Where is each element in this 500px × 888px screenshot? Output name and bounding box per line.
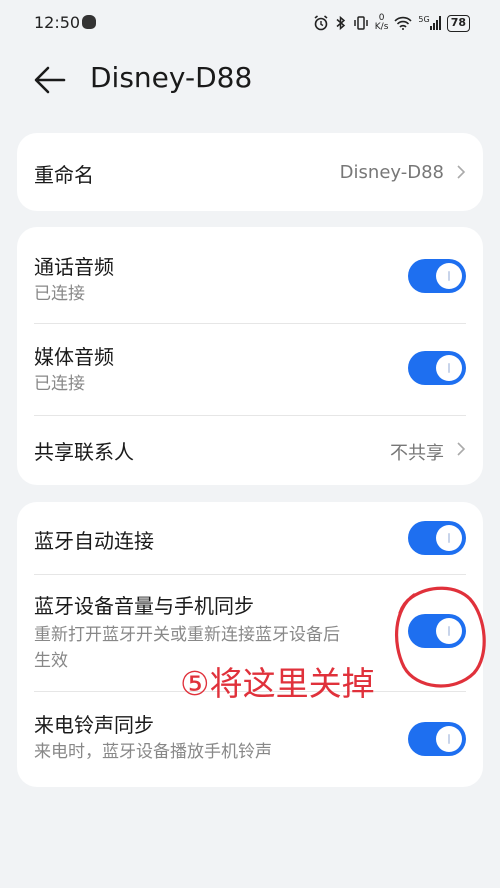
ringtone-sync-row: 来电铃声同步 来电时，蓝牙设备播放手机铃声 — [34, 691, 466, 787]
media-audio-toggle[interactable] — [408, 351, 466, 385]
rename-row[interactable]: 重命名 Disney-D88 — [34, 133, 466, 211]
media-audio-row: 媒体音频 已连接 — [34, 323, 466, 415]
toggle-knob — [436, 355, 462, 381]
toggle-knob — [436, 726, 462, 752]
media-audio-label: 媒体音频 — [34, 345, 114, 369]
network-speed-unit: K/s — [374, 22, 389, 32]
ringtone-sync-label: 来电铃声同步 — [34, 713, 154, 737]
rename-card: 重命名 Disney-D88 — [17, 133, 483, 211]
alarm-icon — [314, 15, 328, 31]
toggle-knob — [436, 525, 462, 551]
media-audio-status: 已连接 — [34, 374, 85, 394]
header: Disney-D88 — [0, 46, 500, 114]
toggle-knob — [436, 263, 462, 289]
notification-icon — [82, 15, 96, 29]
call-audio-toggle[interactable] — [408, 259, 466, 293]
rename-label: 重命名 — [34, 163, 94, 187]
share-contacts-row[interactable]: 共享联系人 不共享 — [34, 415, 466, 485]
back-arrow-icon[interactable] — [30, 63, 70, 97]
auto-connect-row: 蓝牙自动连接 — [34, 502, 466, 574]
share-contacts-value: 不共享 — [390, 443, 444, 464]
annotation-circle — [394, 586, 486, 688]
rename-value: Disney-D88 — [339, 162, 444, 183]
wifi-icon — [394, 16, 412, 30]
status-time: 12:50 — [34, 13, 81, 32]
volume-sync-label: 蓝牙设备音量与手机同步 — [34, 594, 254, 618]
volume-sync-desc-line2: 生效 — [34, 651, 68, 671]
network-type: 5G — [418, 15, 430, 24]
ringtone-sync-toggle[interactable] — [408, 722, 466, 756]
auto-connect-label: 蓝牙自动连接 — [34, 529, 154, 553]
ringtone-sync-desc: 来电时，蓝牙设备播放手机铃声 — [34, 742, 272, 762]
annotation-text: ⑤将这里关掉 — [180, 664, 375, 703]
audio-card: 通话音频 已连接 媒体音频 已连接 共享联系人 不共享 — [17, 227, 483, 485]
network-speed: 0 K/s — [375, 14, 389, 32]
volume-sync-desc-line1: 重新打开蓝牙开关或重新连接蓝牙设备后 — [34, 625, 340, 645]
page-title: Disney-D88 — [90, 61, 253, 94]
battery-indicator: 78 — [446, 14, 470, 32]
chevron-right-icon — [457, 442, 466, 456]
vibrate-icon — [354, 16, 368, 30]
share-contacts-label: 共享联系人 — [34, 440, 134, 464]
signal-icon — [429, 16, 441, 30]
bluetooth-icon — [336, 15, 345, 31]
call-audio-label: 通话音频 — [34, 255, 114, 279]
call-audio-row: 通话音频 已连接 — [34, 227, 466, 323]
call-audio-status: 已连接 — [34, 284, 85, 304]
status-icons: 0 K/s 5G 78 — [313, 12, 470, 34]
status-bar: 12:50 0 K/s 5G 78 — [0, 0, 500, 46]
chevron-right-icon — [457, 165, 466, 179]
auto-connect-toggle[interactable] — [408, 521, 466, 555]
